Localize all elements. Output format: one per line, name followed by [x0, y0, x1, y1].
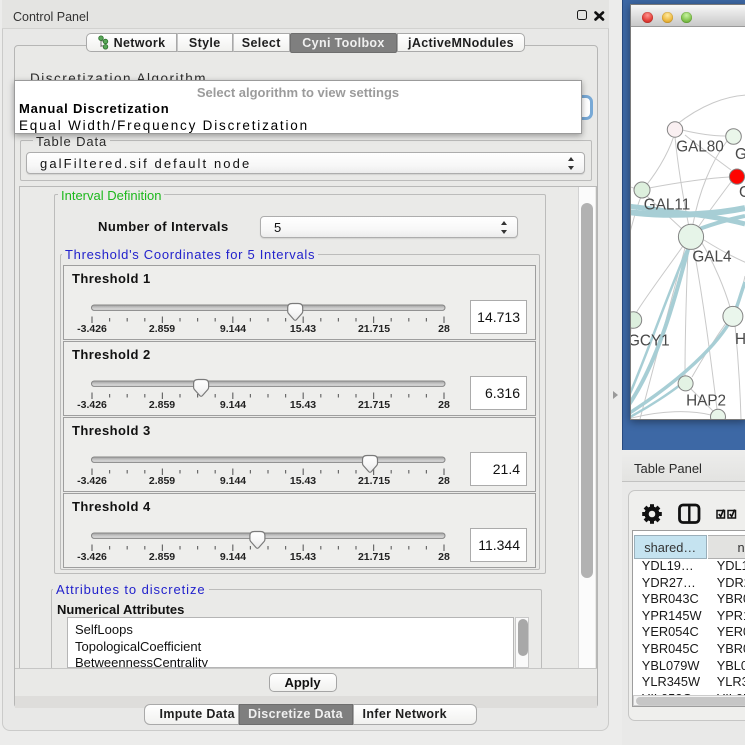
svg-text:GCY1: GCY1: [631, 333, 670, 350]
svg-text:GA: GA: [735, 146, 745, 163]
svg-text:GAL4: GAL4: [692, 249, 732, 266]
svg-text:G: G: [739, 184, 745, 201]
svg-text:GAL80: GAL80: [676, 139, 724, 156]
svg-text:GAL11: GAL11: [644, 197, 691, 214]
svg-text:HA: HA: [735, 331, 745, 348]
svg-text:HAP2: HAP2: [686, 393, 726, 410]
